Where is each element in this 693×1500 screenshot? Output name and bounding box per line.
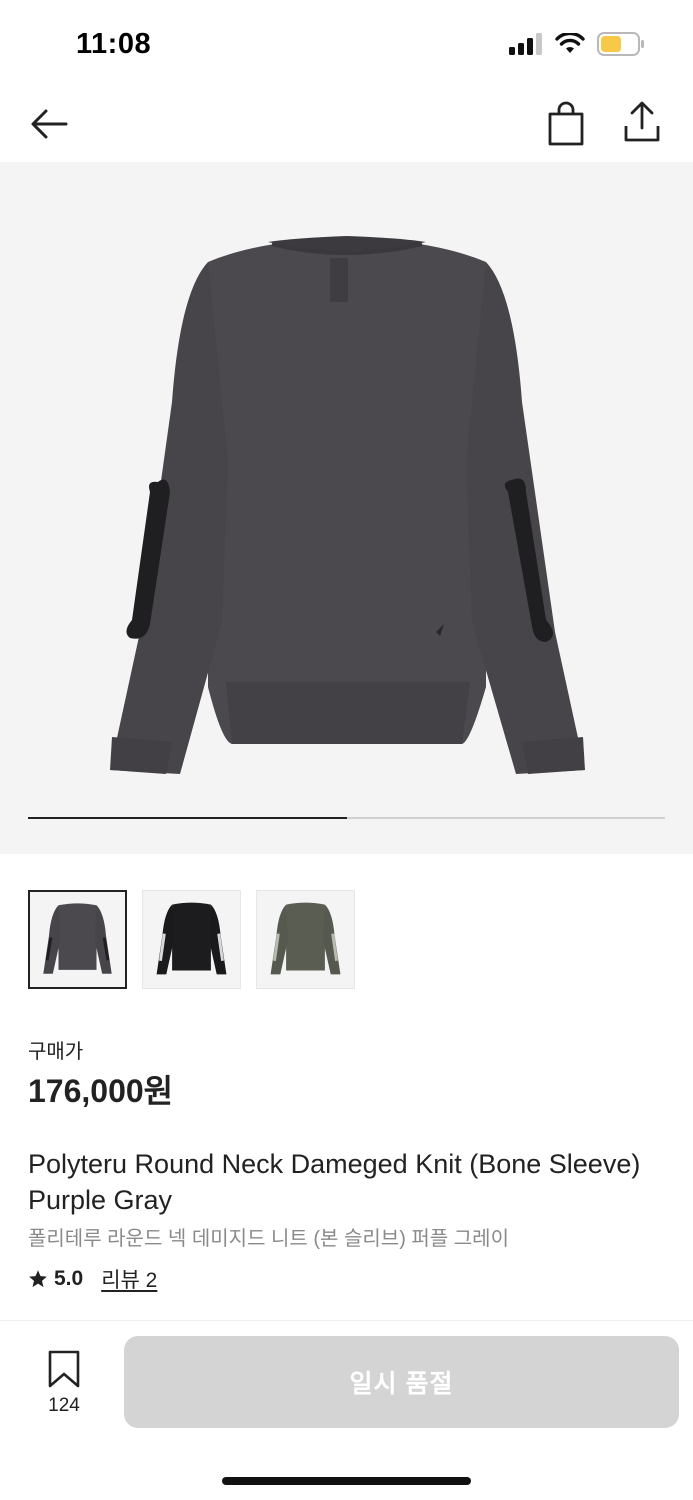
product-image-carousel[interactable] — [0, 162, 693, 854]
battery-icon — [597, 32, 644, 56]
bottom-bar-divider — [0, 1320, 693, 1321]
star-icon — [29, 1270, 47, 1288]
knit-sweater-image — [110, 236, 585, 774]
status-time: 11:08 — [76, 28, 152, 60]
share-upload-icon — [624, 101, 660, 142]
sweater-thumbnail-image — [156, 902, 227, 975]
wifi-icon — [555, 33, 585, 53]
status-icons — [509, 32, 645, 56]
cart-button[interactable] — [542, 100, 590, 148]
product-title-korean: 폴리테루 라운드 넥 데미지드 니트 (본 슬리브) 퍼플 그레이 — [28, 1228, 509, 1250]
back-button[interactable] — [26, 100, 74, 148]
status-bar: 11:08 — [0, 0, 693, 90]
carousel-progress-bar — [28, 817, 665, 819]
rating-value: 5.0 — [54, 1267, 84, 1290]
shopping-bag-icon — [548, 101, 584, 146]
sold-out-button[interactable]: 일시 품절 — [124, 1336, 679, 1428]
product-title-english: Polyteru Round Neck Dameged Knit (Bone S… — [28, 1149, 641, 1215]
home-indicator — [222, 1477, 471, 1485]
bookmark-icon — [48, 1350, 80, 1388]
thumbnail-purple-gray[interactable] — [28, 890, 127, 989]
rating-row: 5.0 리뷰 2 — [28, 1264, 157, 1294]
product-price: 176,000원 — [28, 1073, 174, 1109]
price-label: 구매가 — [28, 1041, 84, 1063]
carousel-progress-fill — [28, 817, 347, 819]
cellular-signal-icon — [509, 33, 542, 55]
arrow-left-icon — [31, 109, 68, 139]
wishlist-count: 124 — [48, 1395, 80, 1416]
thumbnail-black[interactable] — [142, 890, 241, 989]
review-link[interactable]: 리뷰 2 — [101, 1264, 157, 1294]
share-button[interactable] — [618, 98, 666, 146]
color-thumbnails — [28, 890, 355, 989]
thumbnail-olive[interactable] — [256, 890, 355, 989]
sweater-thumbnail-image — [270, 902, 341, 975]
top-navigation — [0, 90, 693, 162]
sweater-thumbnail-image — [43, 903, 112, 974]
wishlist-button[interactable]: 124 — [36, 1350, 92, 1416]
